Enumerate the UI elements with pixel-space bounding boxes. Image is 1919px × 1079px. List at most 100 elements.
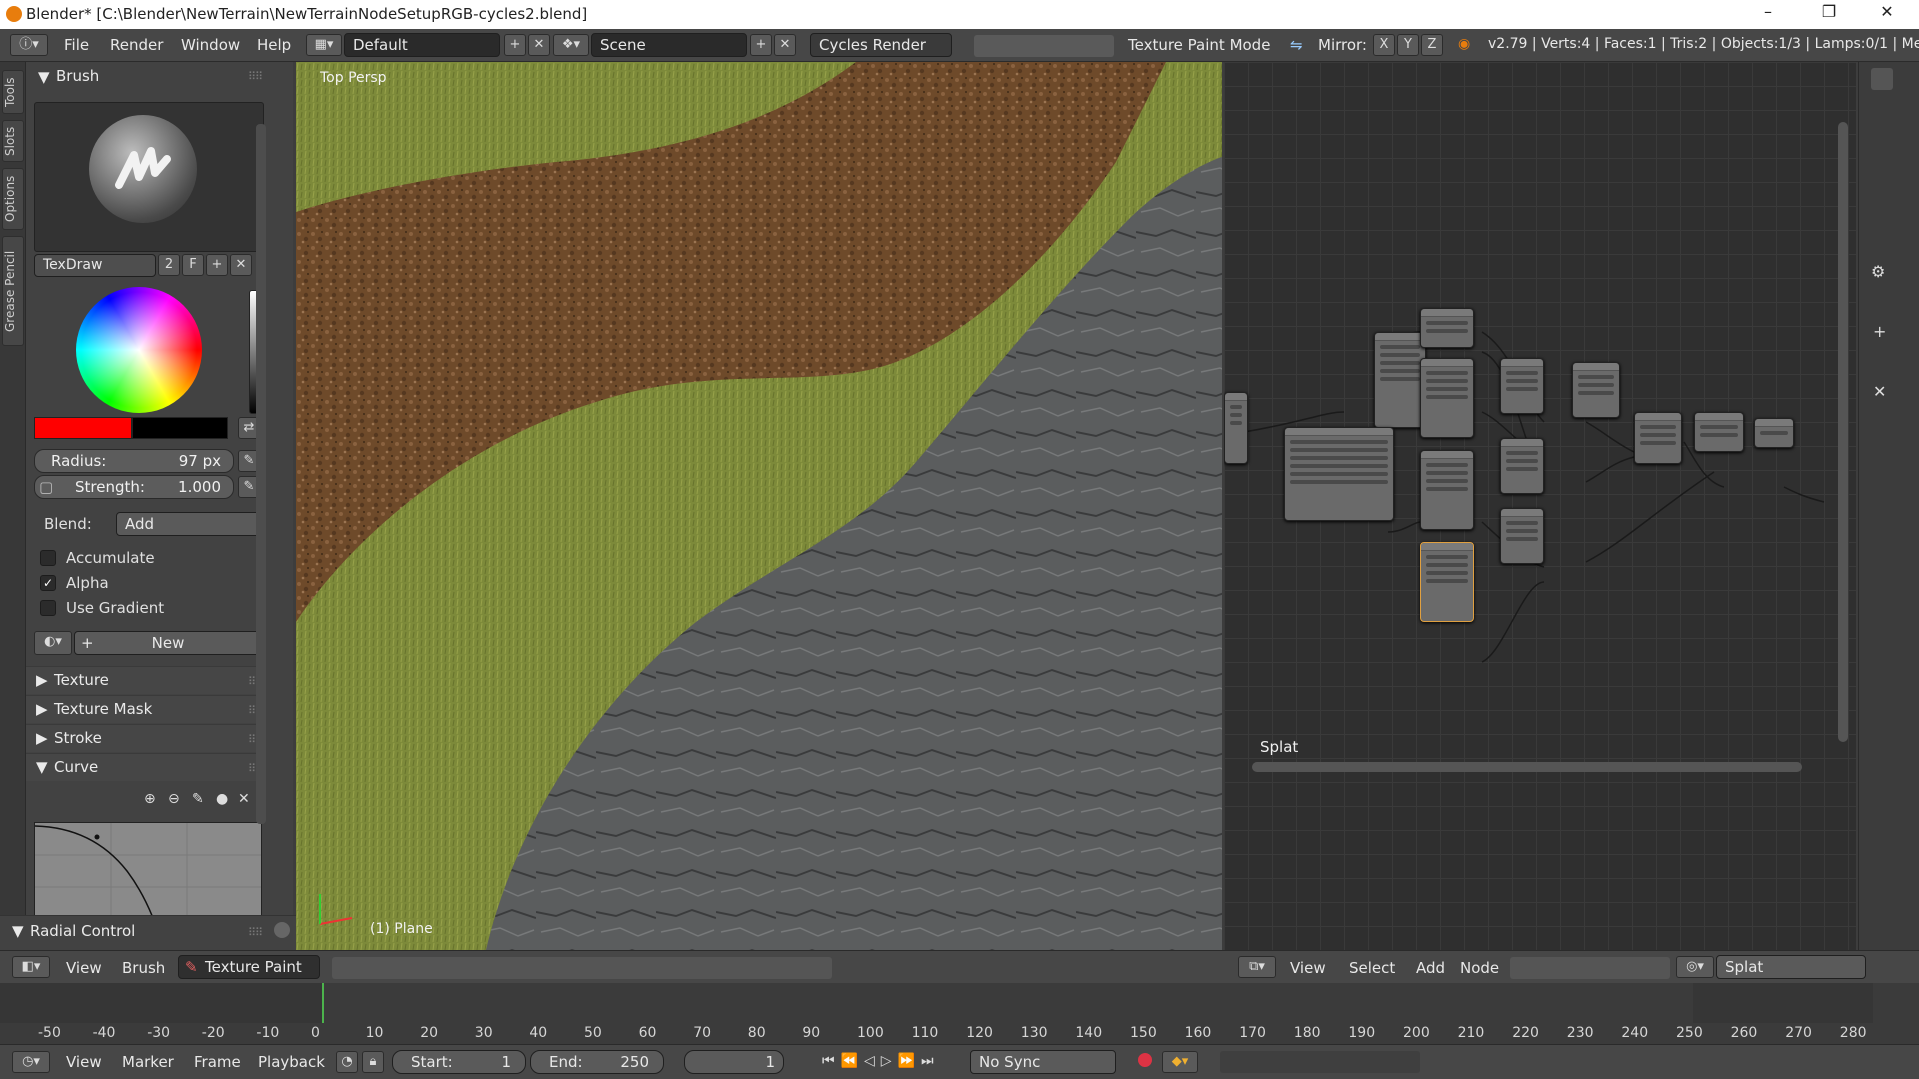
texture-mask-panel[interactable]: ▶ Texture Mask ⠿⠿ xyxy=(26,695,266,723)
material-output-node[interactable] xyxy=(1754,418,1794,448)
menu-file[interactable]: File xyxy=(64,36,89,54)
mirror-z-button[interactable]: Z xyxy=(1421,34,1443,56)
image-texture-node[interactable] xyxy=(1374,332,1426,428)
new-texture-button[interactable]: + New xyxy=(74,631,262,655)
node-menu-add[interactable]: Add xyxy=(1416,959,1445,977)
stroke-panel[interactable]: ▶ Stroke ⠿⠿ xyxy=(26,724,266,752)
minimize-button[interactable]: – xyxy=(1745,2,1791,26)
tab-grease-pencil[interactable]: Grease Pencil xyxy=(2,236,24,346)
node-editor[interactable]: Splat xyxy=(1224,62,1856,950)
alpha-checkbox[interactable]: ✓ xyxy=(40,575,56,591)
menu-render[interactable]: Render xyxy=(110,36,163,54)
3d-viewport[interactable]: Top Persp (1) Plane xyxy=(296,62,1222,950)
add-brush-icon[interactable]: + xyxy=(206,254,228,276)
sync-mode-select[interactable]: No Sync xyxy=(970,1050,1116,1074)
image-texture-node-selected[interactable] xyxy=(1420,542,1474,622)
add-scene-icon[interactable]: + xyxy=(750,34,772,56)
timeline-menu-playback[interactable]: Playback xyxy=(258,1053,325,1071)
editor-type-timeline-icon[interactable]: ◷▾ xyxy=(12,1051,50,1073)
active-keying-set-field[interactable] xyxy=(1220,1051,1420,1073)
curve-tools-icon[interactable]: ✎ xyxy=(192,791,204,807)
add-layout-icon[interactable]: + xyxy=(504,34,526,56)
brush-name-field[interactable]: TexDraw xyxy=(34,254,156,277)
panel-pin-icon[interactable] xyxy=(274,922,290,938)
close-button[interactable]: ✕ xyxy=(1864,2,1910,26)
node-menu-select[interactable]: Select xyxy=(1349,959,1395,977)
mix-rgb-node[interactable] xyxy=(1572,362,1620,418)
image-texture-node[interactable] xyxy=(1420,358,1474,438)
color-wheel[interactable] xyxy=(76,287,202,413)
remove-brush-icon[interactable]: ✕ xyxy=(230,254,252,276)
viewport-header-tools[interactable] xyxy=(332,957,832,979)
current-frame-indicator[interactable] xyxy=(322,983,324,1023)
outliner-icon[interactable] xyxy=(1871,68,1893,90)
brush-panel-toggle[interactable]: ▼ xyxy=(38,68,50,86)
remove-layout-icon[interactable]: ✕ xyxy=(528,34,550,56)
keying-set-icon[interactable]: ◆▾ xyxy=(1162,1051,1198,1073)
restore-button[interactable]: ❐ xyxy=(1806,2,1852,26)
curve-panel[interactable]: ▼ Curve ⠿⠿ xyxy=(26,753,266,781)
brush-users-count[interactable]: 2 xyxy=(158,254,180,276)
curve-point-icon[interactable]: ● xyxy=(216,791,228,807)
material-name-field[interactable]: Splat xyxy=(1716,955,1866,979)
curve-zoom-in-icon[interactable]: ⊕ xyxy=(144,791,156,807)
remove-scene-icon[interactable]: ✕ xyxy=(774,34,796,56)
node-editor-hscrollbar[interactable] xyxy=(1252,762,1802,772)
tool-shelf-scrollbar[interactable] xyxy=(256,124,266,824)
strength-slider[interactable]: ▢ Strength: 1.000 xyxy=(34,475,234,499)
timeline-area[interactable]: -50 -40 -30 -20 -10 0 10 20 30 40 50 60 70 80 90 100 110… xyxy=(0,983,1919,1044)
tab-options[interactable]: Options xyxy=(2,168,24,230)
mix-rgb-node[interactable] xyxy=(1500,438,1544,494)
fake-user-button[interactable]: F xyxy=(182,254,204,276)
curve-zoom-out-icon[interactable]: ⊖ xyxy=(168,791,180,807)
editor-type-info-icon[interactable]: ⓘ▾ xyxy=(10,34,48,56)
mirror-y-button[interactable]: Y xyxy=(1397,34,1419,56)
current-frame-field[interactable]: 1 xyxy=(684,1050,784,1074)
radial-control-panel[interactable]: ▼ Radial Control ⠿⠿ xyxy=(0,915,296,950)
texture-coordinate-node[interactable] xyxy=(1224,392,1248,464)
paint-tool-icons[interactable] xyxy=(974,35,1114,57)
timeline-menu-marker[interactable]: Marker xyxy=(122,1053,174,1071)
blend-select[interactable]: Add xyxy=(116,512,262,536)
menu-window[interactable]: Window xyxy=(181,36,240,54)
mix-rgb-node[interactable] xyxy=(1500,358,1544,414)
tab-tools[interactable]: Tools xyxy=(2,70,24,114)
interaction-mode-select[interactable]: ✎ Texture Paint xyxy=(178,955,320,979)
diffuse-bsdf-node[interactable] xyxy=(1694,412,1744,452)
end-frame-field[interactable]: End: 250 xyxy=(530,1050,664,1074)
accumulate-checkbox[interactable] xyxy=(40,550,56,566)
mix-rgb-node[interactable] xyxy=(1634,412,1682,464)
use-gradient-checkbox[interactable] xyxy=(40,600,56,616)
start-frame-field[interactable]: Start: 1 xyxy=(392,1050,526,1074)
screen-layout-icon[interactable]: ▦▾ xyxy=(306,34,342,56)
node-menu-node[interactable]: Node xyxy=(1460,959,1499,977)
node-editor-vscrollbar[interactable] xyxy=(1838,122,1848,742)
panel-grip-icon[interactable]: ⠿⠿ xyxy=(248,926,263,939)
editor-type-node-icon[interactable]: ⧉▾ xyxy=(1238,956,1276,978)
secondary-color-swatch[interactable] xyxy=(132,417,228,439)
primary-color-swatch[interactable] xyxy=(34,417,132,439)
record-icon[interactable] xyxy=(1138,1053,1152,1067)
node-tools-icon[interactable]: ⚙ xyxy=(1871,262,1885,281)
menu-help[interactable]: Help xyxy=(257,36,291,54)
mix-rgb-node[interactable] xyxy=(1500,508,1544,564)
screen-layout-field[interactable]: Default xyxy=(344,33,500,57)
curve-reset-icon[interactable]: ✕ xyxy=(238,791,250,807)
timeline-menu-frame[interactable]: Frame xyxy=(194,1053,241,1071)
editor-type-3d-icon[interactable]: ◧▾ xyxy=(12,956,50,978)
add-view-icon[interactable]: + xyxy=(1873,322,1886,341)
separate-rgb-node[interactable] xyxy=(1420,308,1474,348)
lock-range-icon[interactable]: 🔒︎ xyxy=(362,1051,384,1073)
image-texture-node[interactable] xyxy=(1420,450,1474,530)
preview-range-icon[interactable]: ◔ xyxy=(336,1051,358,1073)
viewport-menu-brush[interactable]: Brush xyxy=(122,959,165,977)
falloff-curve-editor[interactable] xyxy=(34,822,262,917)
timeline-menu-view[interactable]: View xyxy=(66,1053,102,1071)
tab-slots[interactable]: Slots xyxy=(2,120,24,162)
texture-browse-icon[interactable]: ◐▾ xyxy=(34,631,72,655)
strength-lock-icon[interactable]: ▢ xyxy=(39,478,53,496)
render-engine-select[interactable]: Cycles Render xyxy=(810,33,952,57)
node-menu-view[interactable]: View xyxy=(1290,959,1326,977)
brush-preview[interactable] xyxy=(34,102,264,252)
playback-controls[interactable]: ⏮⏪◁▷⏩⏭ xyxy=(822,1053,952,1073)
